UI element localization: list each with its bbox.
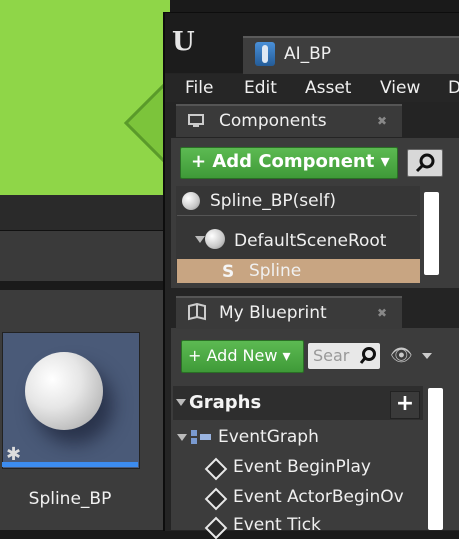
my-blueprint-scrollbar[interactable] bbox=[428, 388, 443, 530]
book-icon bbox=[187, 302, 207, 321]
event-item[interactable]: Event ActorBeginOv bbox=[233, 487, 404, 507]
graphs-header: Graphs bbox=[189, 392, 262, 413]
menu-file[interactable]: File bbox=[185, 78, 213, 98]
tree-item-spline[interactable]: Spline bbox=[249, 261, 301, 281]
search-input[interactable]: Sear bbox=[308, 343, 380, 369]
landscape-surface bbox=[0, 0, 170, 195]
search-button[interactable] bbox=[407, 149, 443, 177]
tree-item-default-scene-root[interactable]: DefaultSceneRoot bbox=[234, 231, 386, 251]
event-graph-icon bbox=[190, 428, 212, 446]
level-viewport[interactable] bbox=[0, 0, 170, 195]
menu-debug[interactable]: D bbox=[448, 78, 459, 98]
add-graph-button[interactable]: + bbox=[390, 391, 420, 419]
viewport-toolbar bbox=[0, 195, 170, 230]
components-scrollbar[interactable] bbox=[424, 192, 439, 275]
event-item[interactable]: Event Tick bbox=[233, 515, 321, 535]
scene-root-icon bbox=[205, 229, 225, 249]
event-graph-item[interactable]: EventGraph bbox=[218, 427, 319, 447]
add-new-button[interactable]: + Add New ▾ bbox=[181, 340, 304, 373]
sphere-thumbnail-icon bbox=[25, 352, 103, 430]
tree-item-self[interactable]: Spline_BP(self) bbox=[210, 191, 336, 211]
modified-star-icon: ✱ bbox=[6, 444, 22, 465]
components-icon bbox=[186, 110, 206, 130]
add-component-button[interactable]: + Add Component ▾ bbox=[180, 147, 398, 179]
add-new-label: + Add New ▾ bbox=[188, 346, 291, 365]
document-tab-title: AI_BP bbox=[284, 44, 332, 64]
collapse-arrow-icon[interactable] bbox=[176, 399, 186, 406]
blueprint-icon bbox=[255, 42, 275, 66]
asset-label[interactable]: Spline_BP bbox=[0, 489, 140, 509]
event-item[interactable]: Event BeginPlay bbox=[233, 457, 371, 477]
asset-type-bar bbox=[2, 462, 138, 467]
self-sphere-icon bbox=[182, 192, 200, 210]
my-blueprint-title: My Blueprint bbox=[219, 303, 327, 323]
tree-divider bbox=[177, 215, 417, 216]
menu-view[interactable]: View bbox=[380, 78, 420, 98]
spline-icon: S bbox=[222, 262, 235, 282]
add-component-label: + Add Component ▾ bbox=[191, 151, 390, 172]
eye-dropdown-chevron-icon[interactable] bbox=[422, 353, 432, 359]
components-title: Components bbox=[219, 111, 327, 131]
menu-edit[interactable]: Edit bbox=[244, 78, 277, 98]
search-icon bbox=[359, 347, 376, 364]
search-icon bbox=[415, 153, 435, 173]
search-placeholder: Sear bbox=[313, 346, 350, 365]
document-tab[interactable] bbox=[243, 36, 459, 76]
content-browser-toolbar bbox=[0, 230, 170, 281]
expand-arrow-icon[interactable] bbox=[177, 434, 187, 441]
unreal-logo-icon: U bbox=[172, 27, 195, 57]
expand-arrow-icon[interactable] bbox=[195, 236, 205, 243]
close-icon[interactable]: ✖ bbox=[377, 306, 387, 320]
close-icon[interactable]: ✖ bbox=[377, 114, 387, 128]
visibility-eye-icon[interactable]: 👁 bbox=[390, 345, 413, 366]
menu-asset[interactable]: Asset bbox=[305, 78, 351, 98]
